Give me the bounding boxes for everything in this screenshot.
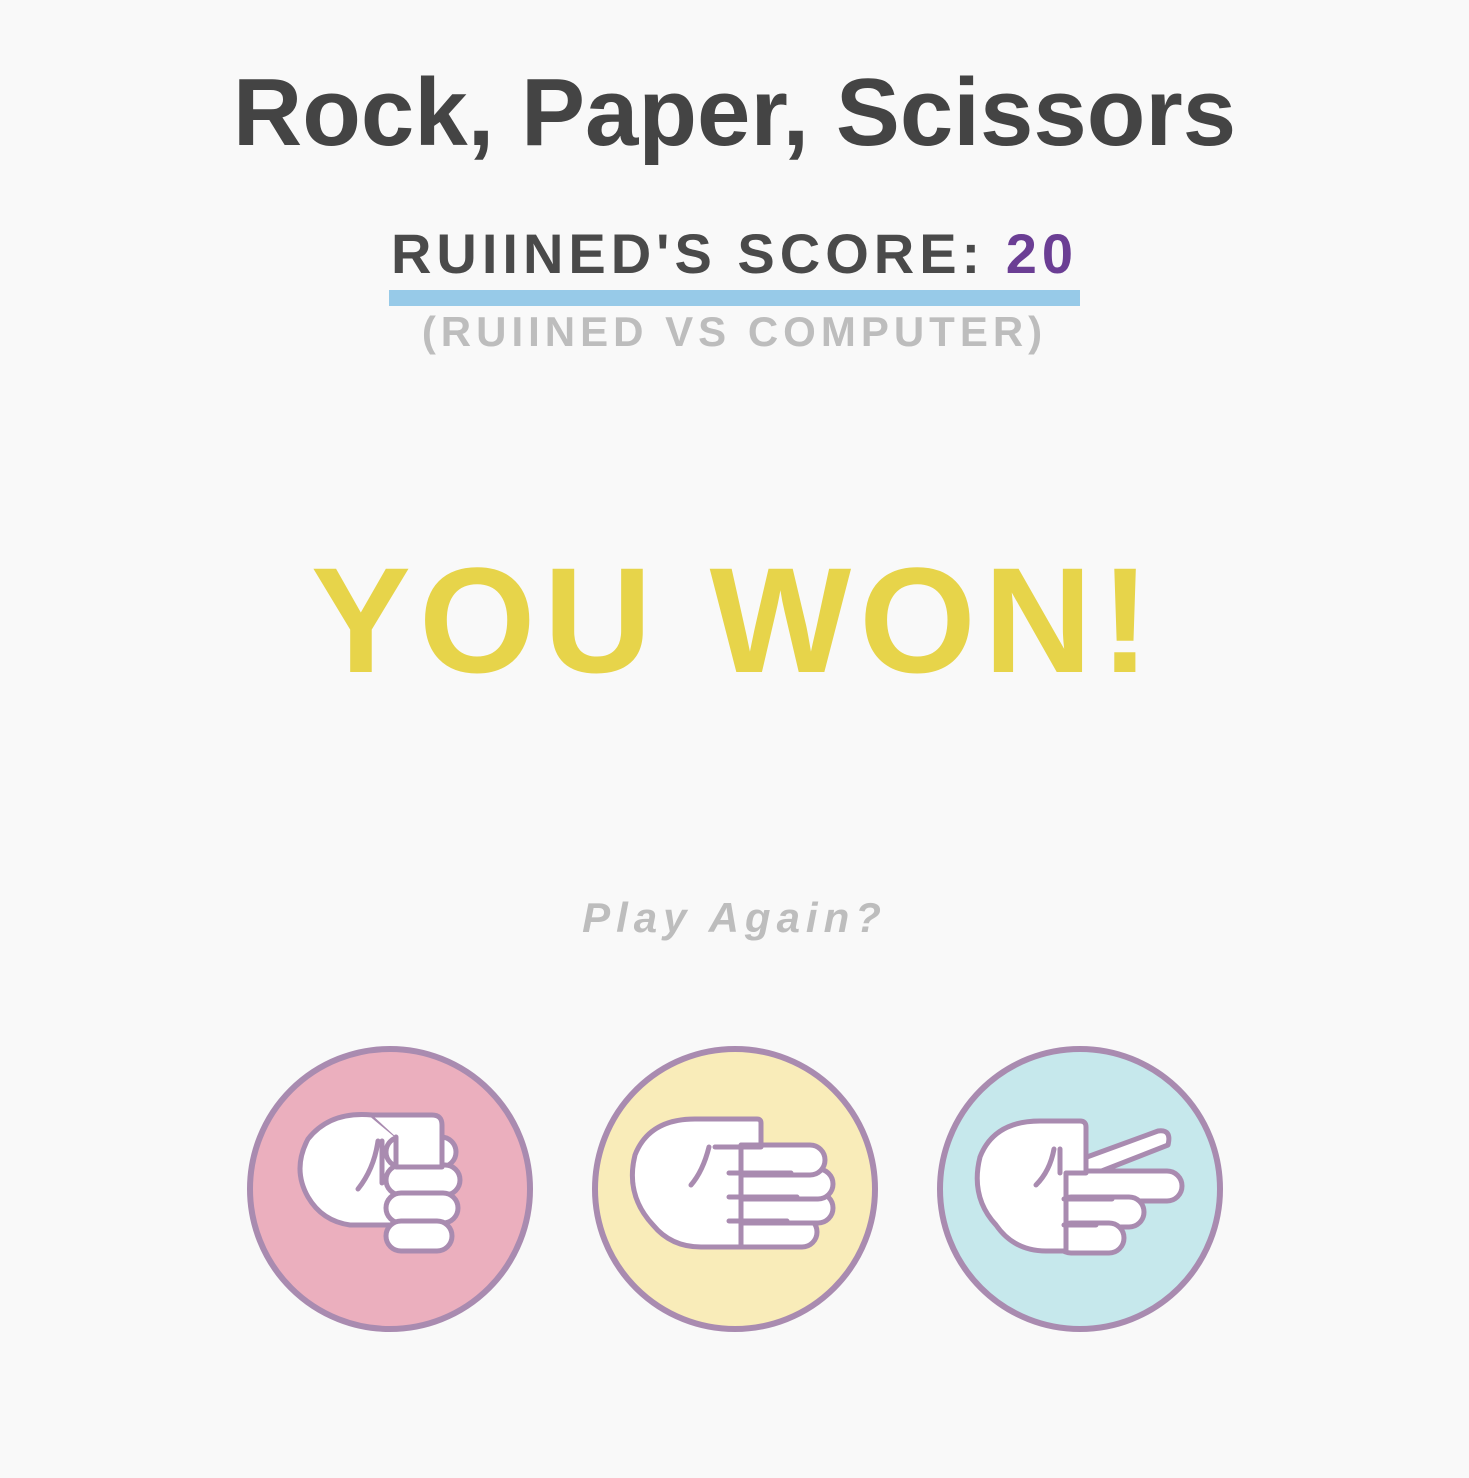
- play-again-button[interactable]: Play Again?: [0, 892, 1469, 944]
- result-message: YOU WON!: [310, 536, 1159, 704]
- score-value: 20: [1005, 222, 1079, 285]
- page-title: Rock, Paper, Scissors: [232, 59, 1237, 166]
- scissors-button[interactable]: [936, 1045, 1224, 1333]
- score-panel: RUIINED'S SCORE: 20: [0, 222, 1469, 306]
- paper-button[interactable]: [591, 1045, 879, 1333]
- score-display: RUIINED'S SCORE: 20: [388, 222, 1081, 306]
- score-label: RUIINED'S SCORE:: [390, 222, 986, 285]
- paper-hand-icon: [592, 1046, 878, 1332]
- rock-hand-icon: [247, 1046, 533, 1332]
- scissors-hand-icon: [937, 1046, 1223, 1332]
- matchup-label: (RUIINED VS COMPUTER): [421, 308, 1048, 355]
- rock-button[interactable]: [246, 1045, 534, 1333]
